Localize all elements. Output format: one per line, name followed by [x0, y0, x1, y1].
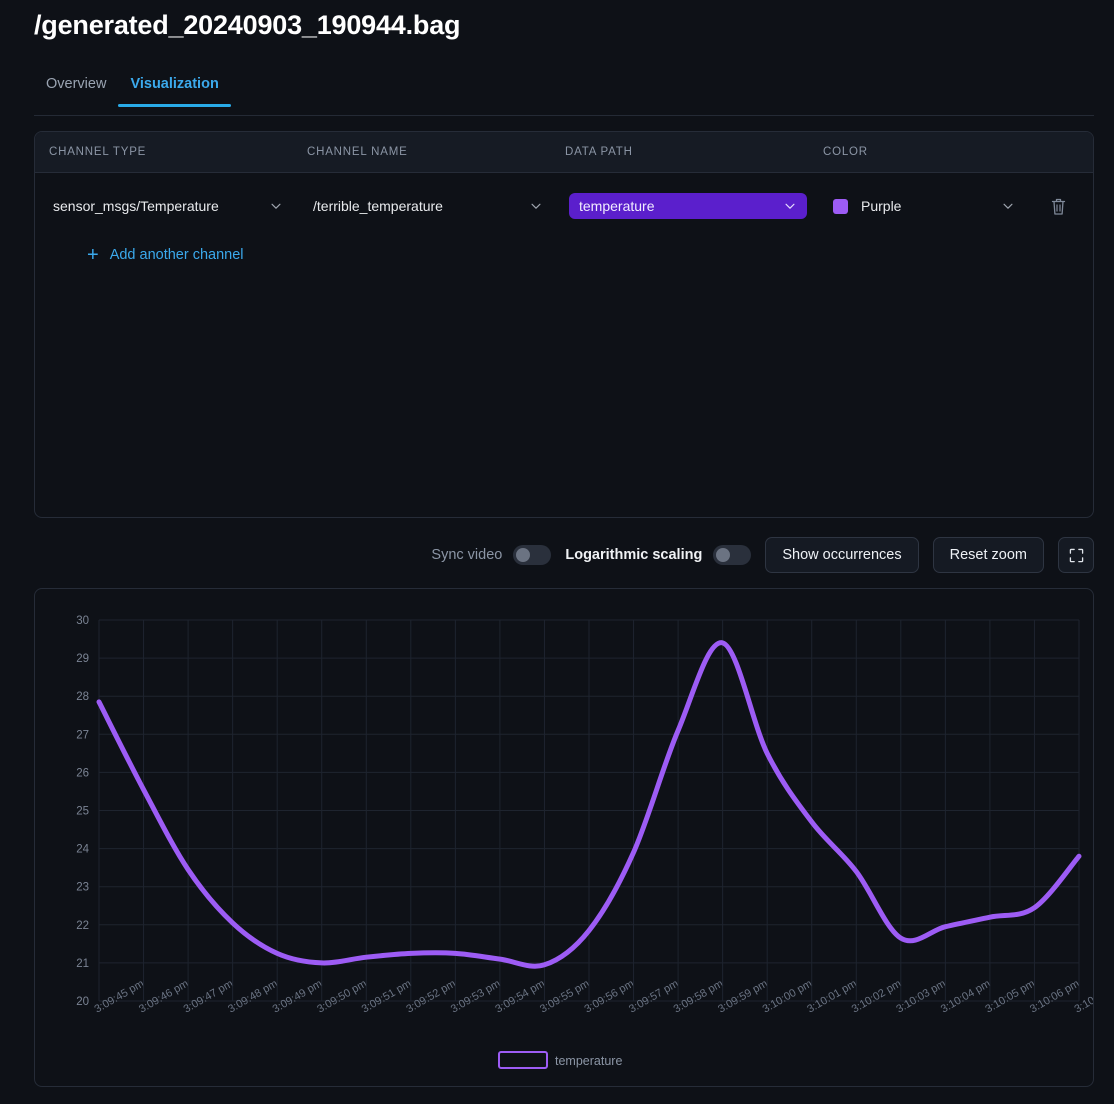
fullscreen-icon	[1069, 548, 1083, 562]
sync-video-toggle[interactable]	[513, 545, 552, 565]
color-swatch	[833, 198, 848, 214]
data-path-cell: temperature	[569, 193, 829, 219]
svg-text:25: 25	[76, 806, 89, 818]
svg-text:3:09:58 pm: 3:09:58 pm	[672, 978, 726, 1016]
sync-video-label: Sync video	[431, 547, 503, 563]
svg-text:29: 29	[76, 653, 89, 665]
svg-text:3:09:57 pm: 3:09:57 pm	[627, 978, 681, 1016]
svg-text:24: 24	[76, 844, 89, 856]
svg-text:3:09:50 pm: 3:09:50 pm	[315, 978, 369, 1016]
chevron-down-icon	[1003, 203, 1013, 209]
channel-name-value: /terrible_temperature	[313, 198, 443, 214]
svg-text:3:09:56 pm: 3:09:56 pm	[583, 978, 637, 1016]
visualization-page: /generated_20240903_190944.bag Overview …	[0, 0, 1114, 1104]
add-another-channel-label: Add another channel	[109, 247, 244, 263]
color-label: Purple	[861, 198, 902, 214]
temperature-line-chart: 20 21 22 23 24 25 26 27 28 29 30 3:09:45 pm3:09:46 …	[76, 615, 1093, 1069]
svg-text:26: 26	[76, 767, 89, 779]
column-header-data-path: DATA PATH	[565, 146, 633, 158]
svg-text:3:09:45 pm: 3:09:45 pm	[93, 978, 147, 1016]
delete-channel-button[interactable]	[1041, 189, 1075, 223]
fullscreen-button[interactable]	[1058, 537, 1094, 573]
svg-text:3:10:03 pm: 3:10:03 pm	[894, 978, 948, 1016]
chevron-down-icon	[785, 203, 795, 209]
svg-text:3:09:53 pm: 3:09:53 pm	[449, 978, 503, 1016]
sync-video-control: Sync video	[431, 545, 552, 565]
svg-text:21: 21	[76, 958, 89, 970]
color-value-group: Purple	[833, 198, 901, 214]
svg-text:3:10:06 pm: 3:10:06 pm	[1028, 978, 1082, 1016]
channel-name-select[interactable]: /terrible_temperature	[309, 192, 547, 220]
channel-type-value: sensor_msgs/Temperature	[53, 198, 219, 214]
svg-text:27: 27	[76, 729, 89, 741]
channel-type-select[interactable]: sensor_msgs/Temperature	[49, 192, 287, 220]
svg-text:3:09:55 pm: 3:09:55 pm	[538, 978, 592, 1016]
tab-overview[interactable]: Overview	[34, 76, 118, 106]
svg-text:3:10:02 pm: 3:10:02 pm	[850, 978, 904, 1016]
color-cell: Purple	[829, 192, 1041, 220]
chart-toolbar: Sync video Logarithmic scaling Show occu…	[34, 534, 1094, 576]
svg-text:3:09:52 pm: 3:09:52 pm	[404, 978, 458, 1016]
svg-text:3:09:46 pm: 3:09:46 pm	[137, 978, 191, 1016]
logarithmic-scaling-control: Logarithmic scaling	[565, 545, 752, 565]
svg-text:temperature: temperature	[555, 1054, 622, 1068]
svg-text:3:09:54 pm: 3:09:54 pm	[493, 978, 547, 1016]
page-title: /generated_20240903_190944.bag	[34, 10, 461, 40]
channel-name-cell: /terrible_temperature	[309, 192, 569, 220]
logarithmic-scaling-label: Logarithmic scaling	[565, 547, 703, 563]
svg-text:22: 22	[76, 920, 89, 932]
chevron-down-icon	[271, 203, 281, 209]
reset-zoom-button[interactable]: Reset zoom	[932, 537, 1044, 573]
channels-panel: CHANNEL TYPE CHANNEL NAME DATA PATH COLO…	[34, 131, 1094, 518]
svg-text:3:10:01 pm: 3:10:01 pm	[805, 978, 859, 1016]
channels-table-header: CHANNEL TYPE CHANNEL NAME DATA PATH COLO…	[35, 132, 1093, 173]
column-header-color: COLOR	[823, 146, 868, 158]
logarithmic-scaling-toggle[interactable]	[713, 545, 752, 565]
svg-text:3:09:59 pm: 3:09:59 pm	[716, 978, 770, 1016]
svg-text:3:09:47 pm: 3:09:47 pm	[182, 978, 236, 1016]
trash-icon	[1051, 198, 1065, 215]
svg-text:3:10:05 pm: 3:10:05 pm	[983, 978, 1037, 1016]
tab-visualization[interactable]: Visualization	[118, 76, 232, 107]
svg-text:3:09:51 pm: 3:09:51 pm	[360, 978, 414, 1016]
delete-cell	[1041, 189, 1079, 223]
svg-text:3:10:00 pm: 3:10:00 pm	[761, 978, 815, 1016]
svg-text:3:10:04 pm: 3:10:04 pm	[939, 978, 993, 1016]
toggle-knob	[516, 548, 531, 562]
show-occurrences-button[interactable]: Show occurrences	[765, 537, 919, 573]
data-path-value: temperature	[579, 198, 655, 214]
plus-icon: +	[87, 244, 99, 266]
svg-text:20: 20	[76, 996, 89, 1008]
data-path-select[interactable]: temperature	[569, 193, 807, 219]
plot-area[interactable]: 20 21 22 23 24 25 26 27 28 29 30 3:09:45 pm 3:09:46 …	[35, 589, 1093, 1086]
toggle-knob	[716, 548, 731, 562]
tab-bar: Overview Visualization	[34, 76, 1094, 116]
color-select[interactable]: Purple	[829, 192, 1019, 220]
svg-text:3:09:48 pm: 3:09:48 pm	[226, 978, 280, 1016]
column-header-channel-name: CHANNEL NAME	[307, 146, 408, 158]
chevron-down-icon	[531, 203, 541, 209]
svg-text:30: 30	[76, 615, 89, 627]
column-header-channel-type: CHANNEL TYPE	[49, 146, 147, 158]
chart-panel: 20 21 22 23 24 25 26 27 28 29 30 3:09:45 pm 3:09:46 …	[34, 588, 1094, 1087]
channel-type-cell: sensor_msgs/Temperature	[49, 192, 309, 220]
svg-text:23: 23	[76, 882, 89, 894]
svg-text:3:09:49 pm: 3:09:49 pm	[271, 978, 325, 1016]
svg-text:28: 28	[76, 691, 89, 703]
table-row: sensor_msgs/Temperature /terrible_temper…	[35, 173, 1093, 239]
add-another-channel-button[interactable]: + Add another channel	[35, 239, 244, 265]
